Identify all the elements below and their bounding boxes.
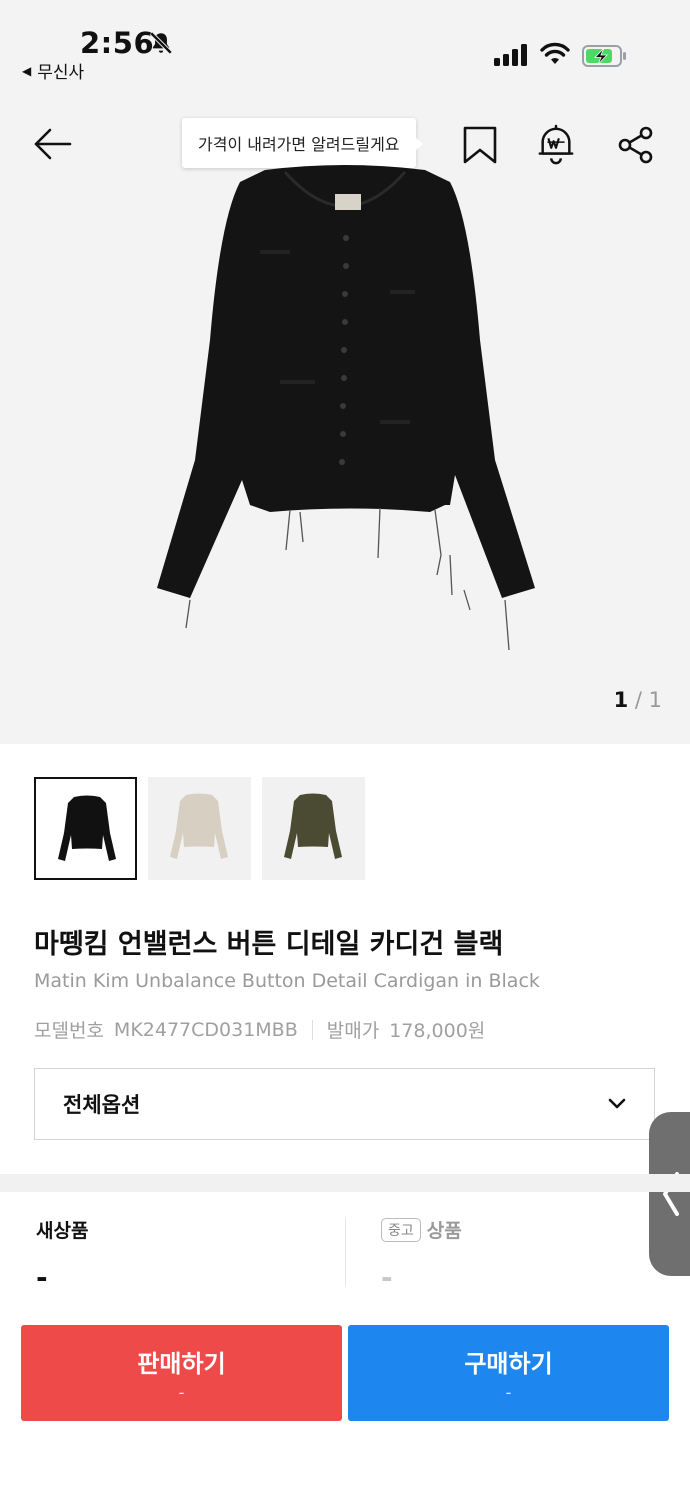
release-price-value: 178,000원 bbox=[389, 1020, 486, 1042]
option-select-label: 전체옵션 bbox=[63, 1093, 141, 1117]
image-counter-current: 1 bbox=[613, 688, 629, 712]
back-triangle-icon: ◀ bbox=[22, 63, 32, 78]
price-column-divider bbox=[345, 1218, 346, 1286]
image-counter: 1 / 1 bbox=[614, 688, 662, 712]
option-select[interactable]: 전체옵션 bbox=[34, 1068, 655, 1140]
used-product-price-value: - bbox=[381, 1261, 393, 1294]
battery-charging-icon bbox=[582, 45, 626, 67]
bell-off-icon bbox=[149, 31, 173, 55]
thumbnail-black-image bbox=[58, 795, 116, 861]
sell-button-price: - bbox=[178, 1383, 185, 1402]
sell-button[interactable]: 판매하기 - bbox=[21, 1325, 342, 1421]
new-product-price[interactable]: 새상품 - bbox=[36, 1216, 88, 1294]
back-to-app-link[interactable]: ◀ 무신사 bbox=[22, 58, 84, 83]
wifi-icon bbox=[540, 42, 570, 64]
model-number-label: 모델번호 bbox=[34, 1020, 104, 1042]
product-title-korean: 마뗑킴 언밸런스 버튼 디테일 카디건 블랙 bbox=[34, 929, 504, 960]
thumbnail-beige[interactable] bbox=[148, 777, 251, 880]
chevron-down-icon bbox=[608, 1098, 626, 1109]
sell-button-label: 판매하기 bbox=[137, 1350, 226, 1378]
used-product-label: 상품 bbox=[426, 1220, 462, 1242]
back-arrow-icon[interactable] bbox=[30, 122, 74, 166]
color-thumbnails bbox=[34, 777, 365, 880]
image-counter-total: / 1 bbox=[634, 688, 662, 712]
used-badge: 중고 bbox=[381, 1217, 421, 1242]
status-time: 2:56 bbox=[80, 26, 155, 60]
thumbnail-beige-image bbox=[170, 793, 228, 859]
used-product-price[interactable]: 중고 상품 - bbox=[381, 1216, 462, 1294]
new-product-label: 새상품 bbox=[36, 1220, 89, 1242]
release-price-label: 발매가 bbox=[326, 1020, 380, 1042]
status-bar: 2:56 ◀ 무신사 bbox=[0, 0, 690, 90]
thumbnail-khaki[interactable] bbox=[262, 777, 365, 880]
section-divider bbox=[0, 1174, 690, 1192]
buy-button-label: 구매하기 bbox=[464, 1350, 553, 1378]
buy-button[interactable]: 구매하기 - bbox=[348, 1325, 669, 1421]
new-product-price-value: - bbox=[36, 1261, 48, 1294]
share-icon[interactable] bbox=[616, 124, 656, 166]
thumbnail-black[interactable] bbox=[34, 777, 137, 880]
model-number-value: MK2477CD031MBB bbox=[113, 1018, 298, 1041]
price-alert-icon[interactable] bbox=[536, 124, 576, 166]
cellular-signal-icon bbox=[494, 44, 527, 66]
product-title-english: Matin Kim Unbalance Button Detail Cardig… bbox=[34, 970, 540, 992]
back-app-label: 무신사 bbox=[37, 63, 85, 83]
buy-button-price: - bbox=[505, 1383, 512, 1402]
product-main-image bbox=[157, 165, 535, 651]
side-panel-handle[interactable] bbox=[649, 1112, 690, 1276]
product-meta: 모델번호 MK2477CD031MBB 발매가 178,000원 bbox=[34, 1016, 485, 1043]
thumbnail-khaki-image bbox=[284, 793, 342, 859]
meta-divider bbox=[311, 1019, 313, 1040]
